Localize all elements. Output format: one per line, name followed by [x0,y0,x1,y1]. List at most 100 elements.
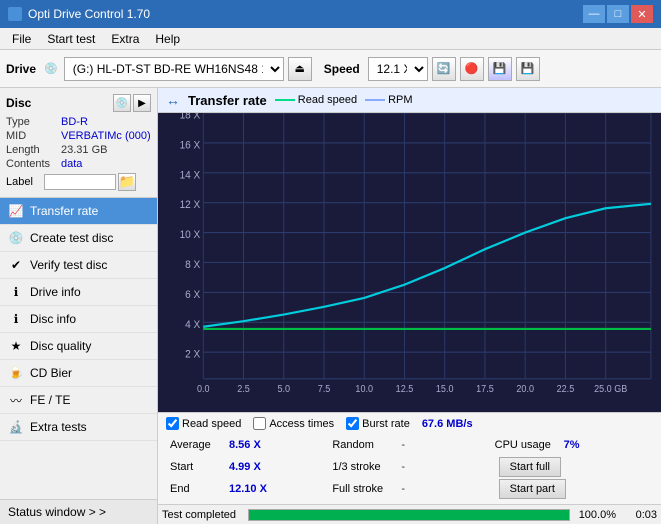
legend-rpm-label: RPM [388,94,412,106]
verify-test-disc-icon: ✔ [8,257,24,273]
stats-col-3: CPU usage 7% Start full Start part [491,434,653,500]
stroke13-label: 1/3 stroke [332,461,397,473]
disc-icon-btn2[interactable]: ▶ [133,94,151,112]
mid-label: MID [6,130,61,142]
progress-track [248,509,570,521]
legend-read-speed-color [275,99,295,101]
svg-text:6 X: 6 X [185,289,200,302]
nav-label-extra-tests: Extra tests [30,420,87,434]
start-label: Start [170,461,225,473]
progress-area: Test completed 100.0% 0:03 [158,504,661,524]
progress-label: Test completed [162,509,242,521]
menu-file[interactable]: File [4,30,39,48]
menu-start-test[interactable]: Start test [39,30,103,48]
legend-rpm: RPM [365,94,412,106]
svg-text:18 X: 18 X [180,113,201,122]
svg-text:16 X: 16 X [180,139,201,152]
average-value: 8.56 X [229,439,269,451]
stats-col-1: Average 8.56 X Start 4.99 X End 12.10 X [166,434,328,500]
nav-disc-info[interactable]: ℹ Disc info [0,306,157,333]
chart-header: ↔ Transfer rate Read speed RPM [158,88,661,113]
stroke13-row: 1/3 stroke - [328,456,490,478]
legend-read-speed: Read speed [275,94,357,106]
settings-button1[interactable]: 🔴 [460,57,484,81]
close-button[interactable]: ✕ [631,5,653,23]
stats-area: Read speed Access times Burst rate 67.6 … [158,412,661,504]
end-value: 12.10 X [229,483,269,495]
drive-info-icon: ℹ [8,284,24,300]
refresh-button[interactable]: 🔄 [432,57,456,81]
btn-full-row: Start full [491,456,653,478]
nav-verify-test-disc[interactable]: ✔ Verify test disc [0,252,157,279]
contents-label: Contents [6,158,61,170]
speed-label: Speed [324,62,360,76]
nav-cd-bier[interactable]: 🍺 CD Bier [0,360,157,387]
sidebar: Disc 💿 ▶ Type BD-R MID VERBATIMc (000) L… [0,88,158,524]
label-input[interactable] [44,174,116,190]
nav-disc-quality[interactable]: ★ Disc quality [0,333,157,360]
nav-label-transfer-rate: Transfer rate [30,204,98,218]
random-row: Random - [328,434,490,456]
contents-value: data [61,158,82,170]
length-label: Length [6,144,61,156]
cb-access-times-input[interactable] [253,417,266,430]
nav-fe-te[interactable]: 〰 FE / TE [0,387,157,414]
chart-container: 18 X 16 X 14 X 12 X 10 X 8 X 6 X 4 X 2 X… [158,113,661,412]
nav-extra-tests[interactable]: 🔬 Extra tests [0,414,157,441]
svg-text:25.0 GB: 25.0 GB [594,384,627,396]
svg-text:17.5: 17.5 [476,384,494,396]
checkboxes-row: Read speed Access times Burst rate 67.6 … [166,417,653,430]
menu-extra[interactable]: Extra [103,30,147,48]
app-title: Opti Drive Control 1.70 [28,7,150,21]
cb-read-speed-input[interactable] [166,417,179,430]
menu-help[interactable]: Help [147,30,188,48]
save-button[interactable]: 💾 [516,57,540,81]
nav-drive-info[interactable]: ℹ Drive info [0,279,157,306]
minimize-button[interactable]: — [583,5,605,23]
nav-label-drive-info: Drive info [30,285,81,299]
svg-text:14 X: 14 X [180,169,201,182]
disc-info-icon: ℹ [8,311,24,327]
titlebar-controls: — □ ✕ [583,5,653,23]
label-text: Label [6,176,44,188]
cb-read-speed: Read speed [166,417,241,430]
end-label: End [170,483,225,495]
speed-selector[interactable]: 12.1 X [368,57,428,81]
nav-transfer-rate[interactable]: 📈 Transfer rate [0,198,157,225]
status-window-button[interactable]: Status window > > [0,499,157,524]
transfer-rate-icon: 📈 [8,203,24,219]
disc-quality-icon: ★ [8,338,24,354]
settings-button2[interactable]: 💾 [488,57,512,81]
nav-create-test-disc[interactable]: 💿 Create test disc [0,225,157,252]
cpu-value: 7% [564,439,580,451]
nav-label-create-test-disc: Create test disc [30,231,113,245]
svg-text:8 X: 8 X [185,259,200,272]
drive-selector[interactable]: (G:) HL-DT-ST BD-RE WH16NS48 1.D3 [64,57,284,81]
cpu-label: CPU usage [495,439,560,451]
start-full-button[interactable]: Start full [499,457,561,477]
label-browse-button[interactable]: 📁 [118,173,136,191]
nav-items: 📈 Transfer rate 💿 Create test disc ✔ Ver… [0,198,157,499]
svg-text:10 X: 10 X [180,229,201,242]
svg-text:22.5: 22.5 [557,384,575,396]
eject-button[interactable]: ⏏ [288,57,312,81]
type-label: Type [6,116,61,128]
maximize-button[interactable]: □ [607,5,629,23]
svg-text:15.0: 15.0 [436,384,454,396]
svg-text:4 X: 4 X [185,318,200,331]
legend-rpm-color [365,99,385,101]
disc-icon-btn1[interactable]: 💿 [113,94,131,112]
mid-value: VERBATIMc (000) [61,130,151,142]
titlebar: Opti Drive Control 1.70 — □ ✕ [0,0,661,28]
svg-text:12.5: 12.5 [396,384,414,396]
fullstroke-row: Full stroke - [328,478,490,500]
stats-col-2: Random - 1/3 stroke - Full stroke - [328,434,490,500]
content-area: ↔ Transfer rate Read speed RPM [158,88,661,524]
start-part-button[interactable]: Start part [499,479,566,499]
menubar: File Start test Extra Help [0,28,661,50]
stroke13-value: - [401,461,421,473]
cb-burst-rate-input[interactable] [346,417,359,430]
nav-label-disc-quality: Disc quality [30,339,91,353]
svg-text:20.0: 20.0 [516,384,534,396]
end-row: End 12.10 X [166,478,328,500]
